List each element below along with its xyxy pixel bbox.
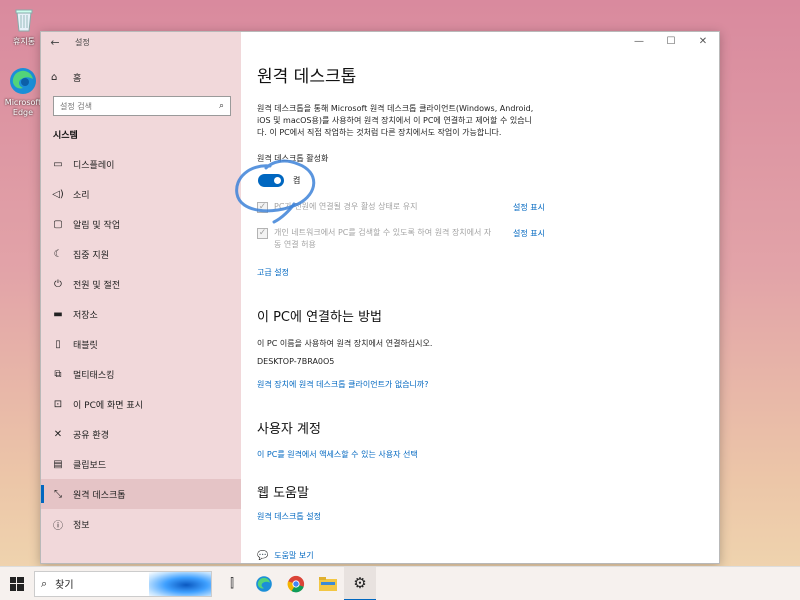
- accounts-heading: 사용자 계정: [257, 422, 321, 437]
- sidebar-item-notifications[interactable]: ▢ 알림 및 작업: [41, 209, 241, 239]
- edge-icon: [256, 575, 272, 592]
- task-view-icon: ⫿: [230, 576, 234, 590]
- windows-icon: [10, 576, 24, 591]
- sound-icon: ◁): [52, 188, 64, 200]
- section-title: 시스템: [53, 131, 78, 141]
- sidebar-item-label: 집중 지원: [73, 250, 109, 261]
- get-help-link[interactable]: 도움말 보기: [274, 550, 313, 561]
- chrome-icon: [287, 575, 305, 592]
- sidebar-item-about[interactable]: ⓘ 정보: [41, 509, 241, 539]
- discoverable-checkbox[interactable]: ✓: [257, 228, 268, 239]
- display-icon: ▭: [53, 158, 63, 170]
- sidebar-item-home[interactable]: ⌂ 홈: [41, 64, 241, 90]
- window-title: 설정: [75, 37, 90, 47]
- tablet-icon: ▯: [55, 338, 61, 350]
- sidebar-item-label: 멀티태스킹: [73, 370, 115, 381]
- sidebar-item-focus-assist[interactable]: ☾ 집중 지원: [41, 239, 241, 269]
- sidebar-item-label: 디스플레이: [73, 160, 115, 171]
- advanced-settings-link[interactable]: 고급 설정: [257, 267, 705, 278]
- taskbar-explorer-button[interactable]: [312, 567, 344, 600]
- folder-icon: [319, 576, 337, 591]
- taskbar-chrome-button[interactable]: [280, 567, 312, 600]
- home-icon: ⌂: [51, 71, 58, 83]
- sidebar-item-storage[interactable]: ▬ 저장소: [41, 299, 241, 329]
- settings-window: ⌂ 홈 ⌕ 시스템 ▭ 디스플레이 ◁) 소리 ▢ 알림 및 작업 ☾ 집중 지…: [40, 31, 720, 564]
- sidebar-item-label: 공유 환경: [73, 430, 109, 441]
- main-content: 원격 데스크톱 원격 데스크톱을 통해 Microsoft 원격 데스크톱 클라…: [241, 32, 719, 563]
- sidebar-item-display[interactable]: ▭ 디스플레이: [41, 149, 241, 179]
- search-input[interactable]: [60, 101, 219, 111]
- sidebar-item-projecting[interactable]: ⊡ 이 PC에 화면 표시: [41, 389, 241, 419]
- edge-label: Microsoft Edge: [4, 98, 42, 117]
- taskbar-settings-button[interactable]: ⚙: [344, 566, 376, 600]
- connect-heading: 이 PC에 연결하는 방법: [257, 310, 382, 325]
- clipboard-icon: ▤: [53, 458, 63, 470]
- keep-awake-show-settings-link[interactable]: 설정 표시: [513, 202, 545, 213]
- start-button[interactable]: [0, 567, 34, 600]
- sidebar-item-label: 저장소: [73, 310, 98, 321]
- home-label: 홈: [73, 73, 82, 84]
- sidebar-item-label: 알림 및 작업: [73, 220, 121, 231]
- search-icon: ⌕: [41, 576, 48, 590]
- edge-desktop-icon[interactable]: Microsoft Edge: [1, 66, 45, 118]
- keep-awake-option: ✓ PC가 전원에 연결될 경우 활성 상태로 유지 설정 표시: [257, 201, 705, 213]
- sidebar-item-tablet[interactable]: ▯ 태블릿: [41, 329, 241, 359]
- settings-search[interactable]: ⌕: [53, 96, 231, 116]
- sidebar-item-multitasking[interactable]: ⧉ 멀티태스킹: [41, 359, 241, 389]
- task-view-button[interactable]: ⫿: [216, 567, 248, 600]
- info-icon: ⓘ: [53, 520, 63, 532]
- sidebar-item-label: 클립보드: [73, 460, 107, 471]
- remote-desktop-setup-help-link[interactable]: 원격 데스크톱 설정: [257, 511, 705, 522]
- toggle-state-text: 켬: [293, 175, 301, 185]
- page-description: 원격 데스크톱을 통해 Microsoft 원격 데스크톱 클라이언트(Wind…: [257, 104, 534, 137]
- gear-icon: ⚙: [353, 573, 367, 592]
- multitasking-icon: ⧉: [54, 368, 62, 380]
- power-icon: ⏻: [54, 278, 62, 290]
- enable-remote-desktop-label: 원격 데스크톱 활성화: [257, 154, 329, 163]
- discoverable-show-settings-link[interactable]: 설정 표시: [513, 228, 545, 239]
- sidebar-item-label: 태블릿: [73, 340, 98, 351]
- search-highlight-image: [149, 571, 211, 596]
- notifications-icon: ▢: [53, 218, 63, 230]
- sidebar-item-label: 원격 데스크톱: [73, 490, 126, 501]
- discoverable-label: 개인 네트워크에서 PC를 검색할 수 있도록 하여 원격 장치에서 자동 연결…: [274, 228, 492, 249]
- sidebar-item-sound[interactable]: ◁) 소리: [41, 179, 241, 209]
- sidebar-item-label: 이 PC에 화면 표시: [73, 400, 143, 411]
- web-help-heading: 웹 도움말: [257, 486, 309, 501]
- connect-text: 이 PC 이름을 사용하여 원격 장치에서 연결하십시오.: [257, 339, 433, 348]
- search-icon[interactable]: ⌕: [219, 101, 224, 111]
- shared-experiences-icon: ✕: [53, 428, 63, 440]
- remote-desktop-icon: ⤡: [54, 488, 62, 500]
- sidebar-item-label: 소리: [73, 190, 90, 201]
- edge-icon: [8, 66, 38, 96]
- sidebar-item-label: 전원 및 절전: [73, 280, 121, 291]
- storage-icon: ▬: [53, 308, 63, 320]
- back-arrow-icon[interactable]: ←: [41, 36, 69, 49]
- sidebar-item-power[interactable]: ⏻ 전원 및 절전: [41, 269, 241, 299]
- taskbar: ⌕ 찾기 ⫿ ⚙: [0, 566, 800, 600]
- get-help-row[interactable]: 💬 도움말 보기: [257, 550, 705, 561]
- sidebar: ⌂ 홈 ⌕ 시스템 ▭ 디스플레이 ◁) 소리 ▢ 알림 및 작업 ☾ 집중 지…: [41, 32, 241, 563]
- enable-remote-desktop-toggle[interactable]: [258, 173, 284, 187]
- keep-awake-label: PC가 전원에 연결될 경우 활성 상태로 유지: [274, 202, 418, 211]
- sidebar-item-clipboard[interactable]: ▤ 클립보드: [41, 449, 241, 479]
- projecting-icon: ⊡: [53, 398, 63, 410]
- sidebar-item-label: 정보: [73, 520, 90, 531]
- taskbar-search-text: 찾기: [55, 580, 74, 591]
- page-title: 원격 데스크톱: [257, 67, 357, 87]
- taskbar-edge-button[interactable]: [248, 567, 280, 600]
- recycle-bin-icon: [9, 4, 39, 34]
- select-users-link[interactable]: 이 PC를 원격에서 액세스할 수 있는 사용자 선택: [257, 449, 705, 460]
- keep-awake-checkbox[interactable]: ✓: [257, 202, 268, 213]
- discoverable-option: ✓ 개인 네트워크에서 PC를 검색할 수 있도록 하여 원격 장치에서 자동 …: [257, 227, 705, 251]
- help-chat-icon: 💬: [257, 550, 269, 561]
- pc-name: DESKTOP-7BRA0O5: [257, 357, 335, 366]
- sidebar-item-shared-experiences[interactable]: ✕ 공유 환경: [41, 419, 241, 449]
- focus-assist-icon: ☾: [53, 248, 63, 260]
- sidebar-item-remote-desktop[interactable]: ⤡ 원격 데스크톱: [41, 479, 241, 509]
- taskbar-search-box[interactable]: ⌕ 찾기: [34, 570, 212, 597]
- no-client-link[interactable]: 원격 장치에 원격 데스크톱 클라이언트가 없습니까?: [257, 379, 705, 390]
